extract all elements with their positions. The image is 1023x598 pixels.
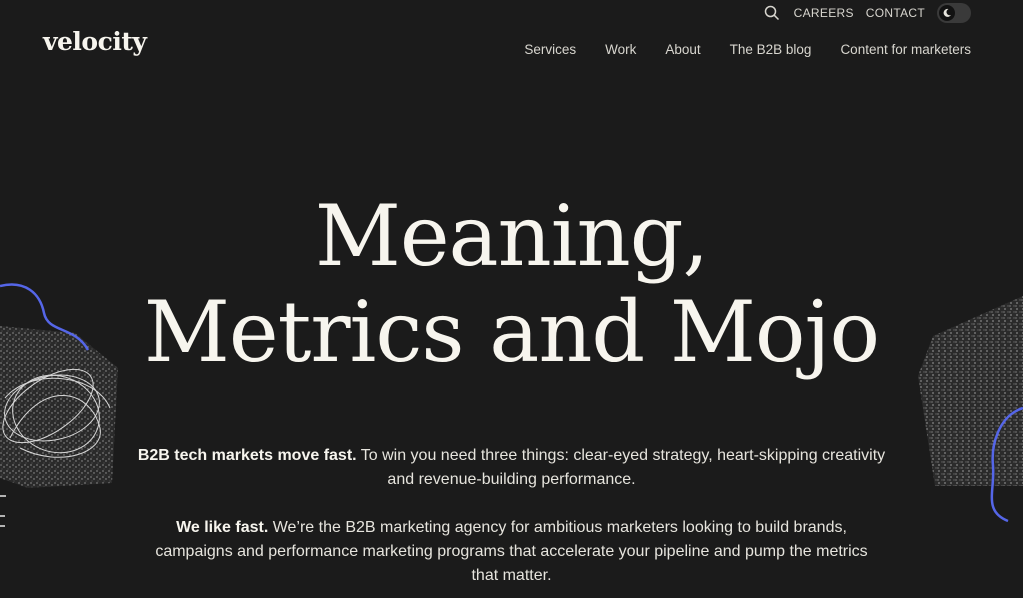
utility-bar: CAREERS CONTACT (764, 2, 971, 24)
theme-toggle[interactable] (937, 3, 971, 23)
intro-1-text-b: and revenue-building performance. (387, 471, 636, 488)
intro-1-bold: B2B tech markets move fast. (137, 447, 357, 464)
contact-link[interactable]: CONTACT (866, 6, 925, 20)
hero-headline: Meaning, Metrics and Mojo (0, 188, 1023, 380)
intro-paragraph-1: B2B tech markets move fast. To win you n… (0, 444, 1023, 492)
intro-2-text-c: that matter. (471, 567, 552, 584)
intro-paragraph-2: We like fast. We’re the B2B marketing ag… (0, 516, 1023, 588)
nav-item-content-for-marketers[interactable]: Content for marketers (840, 42, 971, 57)
intro-1-text-a: To win you need three things: clear-eyed… (356, 447, 886, 464)
nav-item-services[interactable]: Services (524, 42, 576, 57)
search-icon[interactable] (764, 5, 780, 21)
intro-2-bold: We like fast. (176, 519, 269, 536)
nav-item-about[interactable]: About (665, 42, 700, 57)
nav-item-work[interactable]: Work (605, 42, 636, 57)
main-nav: Services Work About The B2B blog Content… (524, 42, 971, 57)
moon-icon (939, 5, 955, 21)
velocity-logo[interactable]: velocity (43, 27, 147, 56)
intro-2-text-b: campaigns and performance marketing prog… (155, 543, 868, 560)
careers-link[interactable]: CAREERS (794, 6, 854, 20)
hero-line-2: Metrics and Mojo (143, 283, 880, 381)
hero-line-1: Meaning, (314, 187, 709, 285)
nav-item-b2b-blog[interactable]: The B2B blog (730, 42, 812, 57)
intro-2-text-a: We’re the B2B marketing agency for ambit… (268, 519, 847, 536)
